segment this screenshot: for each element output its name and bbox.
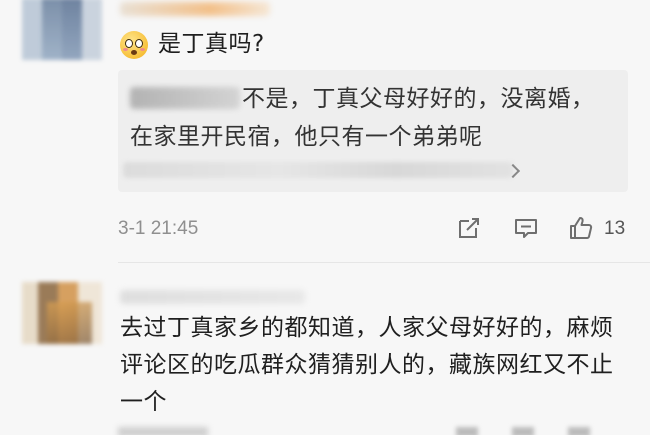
comment-feed: 是丁真吗? 不是，丁真父母好好的，没离婚， 在家里开民宿，他只有一个弟弟呢 3-… (0, 0, 650, 435)
comment-actions: 3-1 21:45 13 (118, 213, 630, 245)
comment-icon[interactable] (513, 215, 539, 241)
thumbs-up-icon[interactable] (568, 215, 594, 241)
reply-text-line: 在家里开民宿，他只有一个弟弟呢 (130, 124, 483, 150)
comment-icon[interactable] (512, 427, 534, 435)
reply-preview[interactable]: 不是，丁真父母好好的，没离婚， 在家里开民宿，他只有一个弟弟呢 (118, 70, 628, 192)
comment-body: 去过丁真家乡的都知道，人家父母好好的，麻烦评论区的吃瓜群众猜猜别人的，藏族网红又… (120, 310, 635, 421)
username-blurred[interactable] (120, 2, 270, 16)
comment-body: 是丁真吗? (120, 26, 265, 63)
timestamp: 3-1 21:45 (118, 218, 199, 239)
comment-text: 去过丁真家乡的都知道，人家父母好好的，麻烦评论区的吃瓜群众猜猜别人的，藏族网红又… (120, 315, 614, 415)
avatar[interactable] (22, 282, 102, 344)
more-replies-link-blurred[interactable] (123, 162, 513, 178)
divider (118, 262, 650, 263)
flushed-face-emoji-icon (120, 30, 148, 59)
share-icon[interactable] (456, 215, 482, 241)
avatar[interactable] (22, 0, 102, 60)
share-icon[interactable] (456, 427, 478, 435)
reply-text: 不是，丁真父母好好的，没离婚， 在家里开民宿，他只有一个弟弟呢 (130, 80, 610, 156)
reply-text-line: 不是，丁真父母好好的，没离婚， (242, 86, 595, 112)
username-blurred[interactable] (120, 290, 305, 304)
like-count: 13 (604, 218, 626, 239)
comment-text: 是丁真吗? (158, 31, 265, 57)
timestamp-cropped (118, 427, 208, 435)
thumbs-up-icon[interactable] (568, 427, 590, 435)
